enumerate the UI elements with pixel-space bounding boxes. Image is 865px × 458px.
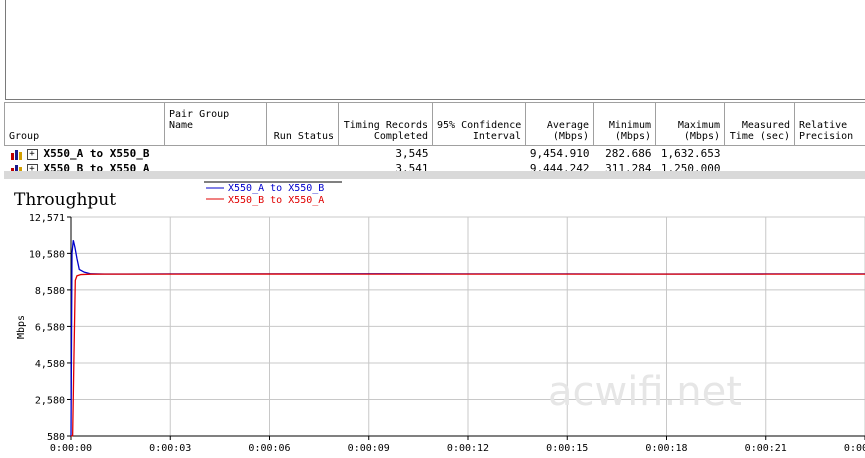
header-run-status[interactable]: Run Status [266, 102, 339, 146]
group-cell[interactable]: + X550_A to X550_B [5, 146, 165, 162]
x-tick-label: 0:00:24 [844, 443, 865, 454]
average-cell: 9,454.910 [529, 147, 590, 160]
header-confidence-interval[interactable]: 95% Confidence Interval [432, 102, 526, 146]
y-tick-label: 8,580 [35, 286, 65, 297]
panel-bottom-edge [5, 99, 865, 100]
header-maximum[interactable]: Maximum (Mbps) [655, 102, 725, 146]
x-tick-label: 0:00:12 [447, 443, 489, 454]
x-tick-label: 0:00:03 [149, 443, 191, 454]
measured-time-cell [725, 146, 795, 162]
x-tick-label: 0:00:18 [645, 443, 687, 454]
y-axis-label: Mbps [16, 315, 27, 339]
minimum-cell: 282.686 [605, 147, 652, 160]
y-tick-label: 12,571 [29, 213, 65, 224]
x-tick-label: 0:00:06 [248, 443, 290, 454]
throughput-chart: Throughput Mbps 580 2,580 4,580 6,580 8,580 1… [0, 179, 865, 458]
header-pair-group-name[interactable]: Pair Group Name [164, 102, 267, 146]
expand-toggle[interactable]: + [26, 148, 38, 160]
header-group[interactable]: Group [4, 102, 165, 146]
header-relative-precision[interactable]: Relative Precision [794, 102, 865, 146]
maximum-cell: 1,632.653 [660, 147, 721, 160]
bar-chart-icon [10, 149, 22, 160]
legend-label-series-2: X550_B to X550_A [228, 195, 324, 206]
header-average[interactable]: Average (Mbps) [525, 102, 594, 146]
table-row[interactable]: + X550_A to X550_B 3,545 9,454.910 282.68… [5, 146, 865, 162]
chart-title: Throughput [14, 190, 116, 210]
results-table: Group Pair Group Name Run Status Timing R… [4, 102, 865, 176]
y-tick-label: 10,580 [29, 249, 65, 260]
header-timing-records[interactable]: Timing Records Completed [338, 102, 433, 146]
panel-separator[interactable] [4, 171, 865, 179]
x-tick-label: 0:00:09 [348, 443, 390, 454]
chart-background [0, 179, 865, 458]
timing-records-cell: 3,545 [395, 147, 429, 160]
header-minimum[interactable]: Minimum (Mbps) [593, 102, 656, 146]
x-tick-label: 0:00:21 [745, 443, 787, 454]
y-tick-label: 4,580 [35, 359, 65, 370]
x-tick-label: 0:00:15 [546, 443, 588, 454]
group-name: X550_A to X550_B [43, 147, 150, 160]
application-window: Group Pair Group Name Run Status Timing R… [0, 0, 865, 458]
table-header-row: Group Pair Group Name Run Status Timing R… [4, 102, 865, 146]
relative-precision-cell [795, 146, 865, 162]
pair-group-name-cell [165, 146, 267, 162]
confidence-interval-cell [433, 146, 526, 162]
y-tick-label: 2,580 [35, 395, 65, 406]
y-tick-label: 580 [47, 432, 65, 443]
panel-left-edge [5, 0, 6, 100]
x-tick-label: 0:00:00 [50, 443, 92, 454]
empty-top-panel [0, 0, 865, 101]
y-tick-label: 6,580 [35, 322, 65, 333]
watermark: acwifi.net [548, 369, 742, 415]
legend-label-series-1: X550_A to X550_B [228, 183, 324, 194]
run-status-cell [267, 146, 339, 162]
header-measured-time[interactable]: Measured Time (sec) [724, 102, 795, 146]
